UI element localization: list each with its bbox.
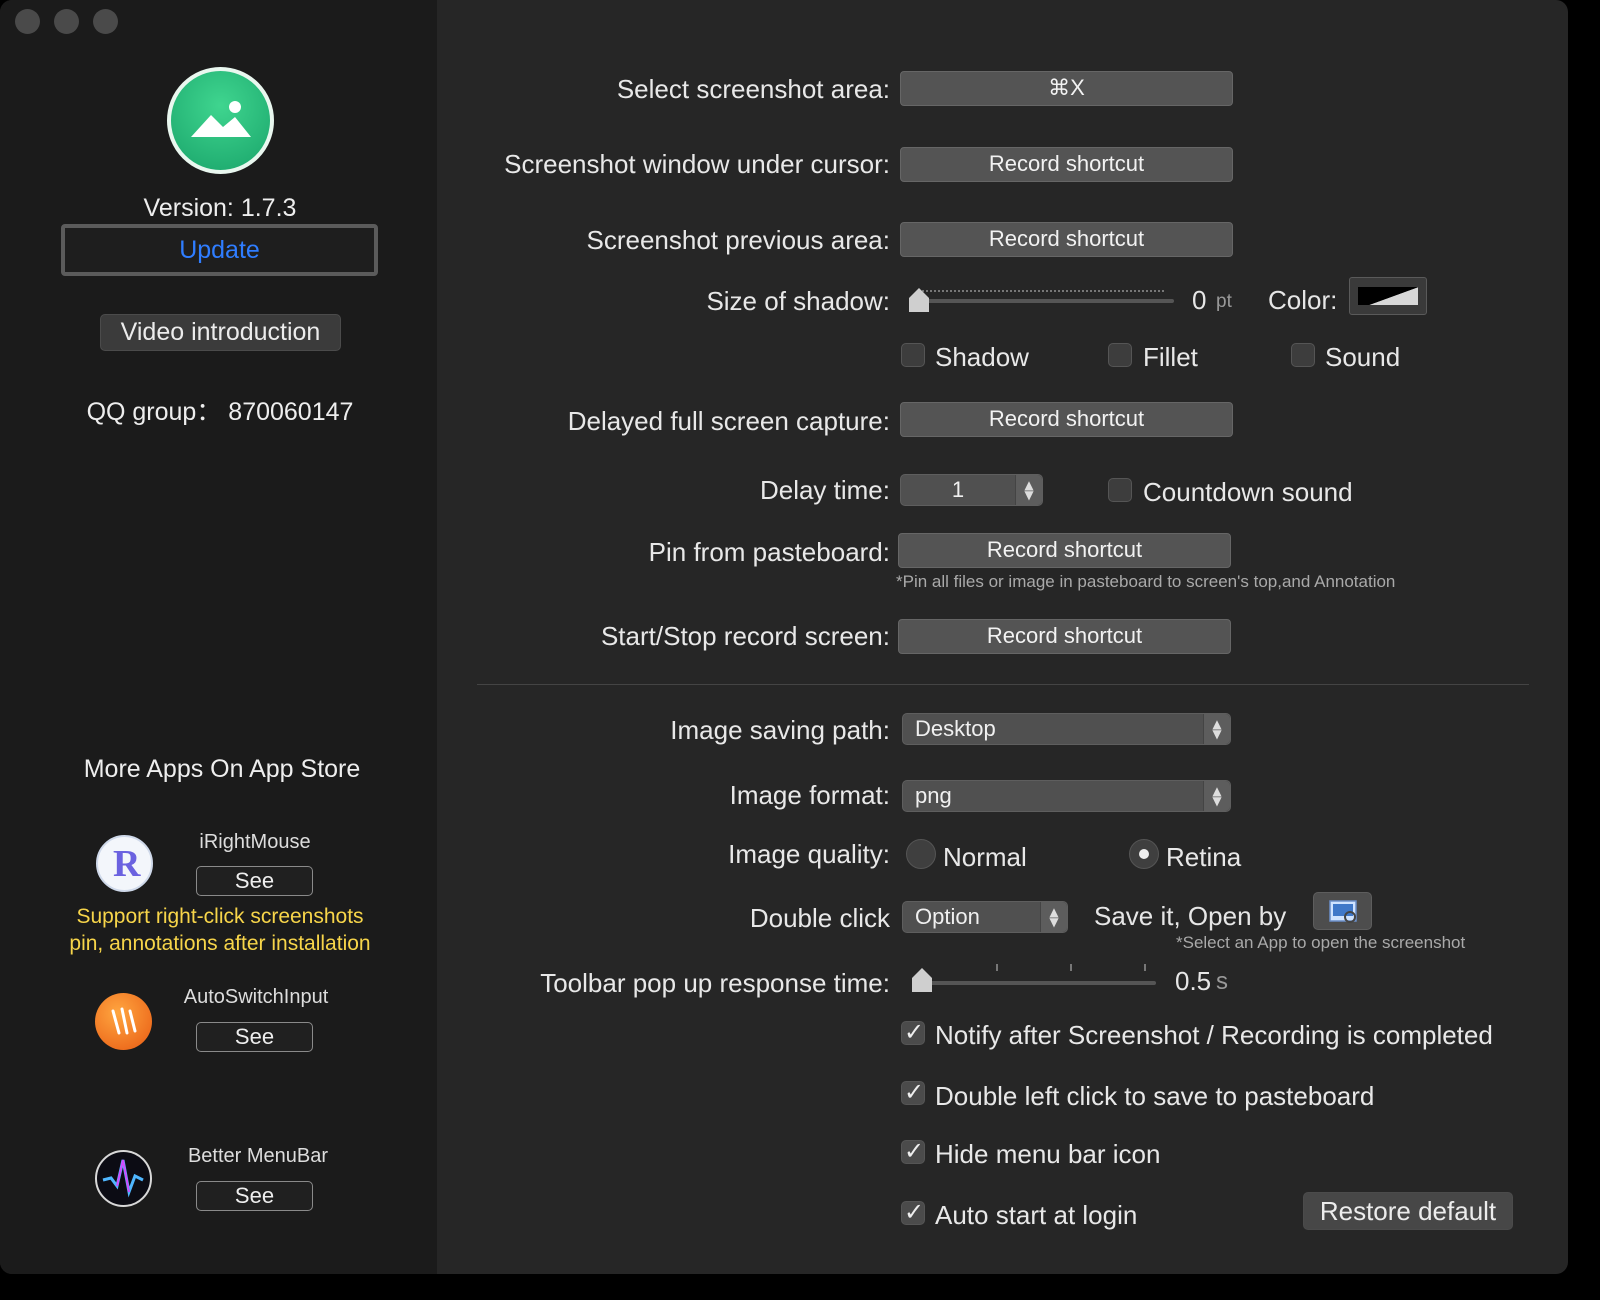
- double-click-value: Option: [915, 904, 980, 929]
- quality-retina-radio[interactable]: [1129, 839, 1159, 869]
- saving-path-label: Image saving path:: [670, 715, 890, 745]
- restore-default-button[interactable]: Restore default: [1303, 1192, 1513, 1230]
- fillet-checkbox[interactable]: [1108, 343, 1132, 367]
- pin-pasteboard-label: Pin from pasteboard:: [648, 537, 890, 567]
- toolbar-response-value: 0.5: [1175, 966, 1212, 996]
- delay-time-value: 1: [951, 477, 965, 502]
- iright-mouse-icon[interactable]: R: [96, 835, 153, 892]
- save-open-label: Save it, Open by: [1094, 901, 1287, 931]
- better-menubar-icon[interactable]: [95, 1150, 152, 1207]
- shadow-size-slider[interactable]: [910, 299, 1174, 303]
- app-name-iright-mouse: iRightMouse: [199, 831, 311, 853]
- open-with-app-button[interactable]: [1313, 892, 1372, 930]
- delayed-capture-shortcut-field[interactable]: Record shortcut: [900, 402, 1233, 437]
- auto-start-label: Auto start at login: [935, 1200, 1138, 1230]
- tick-mark: [1070, 964, 1072, 971]
- update-button[interactable]: Update: [61, 224, 378, 276]
- preview-app-icon: [1329, 900, 1357, 923]
- toolbar-response-unit: s: [1216, 968, 1228, 995]
- promo-line-2: pin, annotations after installation: [69, 932, 371, 955]
- see-better-menubar-button[interactable]: See: [196, 1181, 313, 1211]
- select-area-label: Select screenshot area:: [616, 74, 890, 104]
- auto-start-checkbox[interactable]: [901, 1198, 925, 1226]
- qq-group-text: QQ group： 870060147: [86, 398, 354, 426]
- delayed-capture-label: Delayed full screen capture:: [567, 406, 890, 436]
- window-under-cursor-shortcut-field[interactable]: Record shortcut: [900, 147, 1233, 182]
- shadow-unit: pt: [1216, 291, 1232, 312]
- record-screen-shortcut-field[interactable]: Record shortcut: [898, 619, 1231, 654]
- image-format-select[interactable]: png ▲ ▼: [902, 780, 1231, 812]
- shadow-checkbox[interactable]: [901, 343, 925, 367]
- sound-checkbox-label: Sound: [1325, 342, 1401, 372]
- preferences-window: Version: 1.7.3 Update Video introduction…: [0, 0, 1568, 1274]
- pin-note: *Pin all files or image in pasteboard to…: [896, 572, 1396, 591]
- select-arrows-icon: ▲ ▼: [1203, 714, 1230, 744]
- saving-path-select[interactable]: Desktop ▲ ▼: [902, 713, 1231, 745]
- section-divider: [477, 684, 1529, 685]
- toolbar-response-label: Toolbar pop up response time:: [540, 968, 890, 998]
- shadow-size-knob[interactable]: [907, 286, 931, 319]
- countdown-sound-label: Countdown sound: [1143, 477, 1353, 507]
- double-left-click-checkbox[interactable]: [901, 1078, 925, 1106]
- record-screen-label: Start/Stop record screen:: [600, 621, 890, 651]
- video-introduction-button[interactable]: Video introduction: [100, 314, 341, 351]
- tick-mark: [996, 964, 998, 971]
- double-click-label: Double click: [749, 903, 890, 933]
- toolbar-response-knob[interactable]: [910, 966, 934, 999]
- notify-checkbox[interactable]: [901, 1018, 925, 1046]
- select-area-shortcut-field[interactable]: ⌘X: [900, 71, 1233, 106]
- see-iright-mouse-button[interactable]: See: [196, 866, 313, 896]
- stepper-arrows-icon[interactable]: ▲ ▼: [1015, 475, 1042, 505]
- previous-area-shortcut-field[interactable]: Record shortcut: [900, 222, 1233, 257]
- hide-menu-bar-icon-label: Hide menu bar icon: [935, 1139, 1161, 1169]
- promo-line-1: Support right-click screenshots: [76, 905, 364, 928]
- app-name-autoswitchinput: AutoSwitchInput: [183, 986, 329, 1008]
- image-format-label: Image format:: [729, 780, 890, 810]
- double-click-select[interactable]: Option ▲ ▼: [902, 901, 1068, 933]
- zoom-window-button[interactable]: [93, 9, 118, 34]
- see-autoswitchinput-button[interactable]: See: [196, 1022, 313, 1052]
- shadow-value: 0: [1192, 285, 1207, 315]
- shadow-size-ticks: [918, 284, 1164, 292]
- notify-label: Notify after Screenshot / Recording is c…: [935, 1020, 1493, 1050]
- sound-checkbox[interactable]: [1291, 343, 1315, 367]
- hide-menu-bar-icon-checkbox[interactable]: [901, 1137, 925, 1165]
- shadow-color-well[interactable]: [1349, 277, 1427, 315]
- update-label: Update: [179, 236, 260, 264]
- countdown-sound-checkbox[interactable]: [1108, 478, 1132, 502]
- delay-time-label: Delay time:: [759, 475, 890, 505]
- tick-mark: [1144, 964, 1146, 971]
- image-format-value: png: [915, 783, 952, 808]
- color-label: Color:: [1268, 285, 1338, 315]
- delay-time-stepper[interactable]: 1 ▲ ▼: [900, 474, 1043, 506]
- toolbar-response-slider[interactable]: [914, 981, 1156, 985]
- select-arrows-icon: ▲ ▼: [1203, 781, 1230, 811]
- open-by-note: *Select an App to open the screenshot: [1176, 933, 1466, 952]
- app-name-better-menubar: Better MenuBar: [187, 1145, 329, 1167]
- select-arrows-icon: ▲ ▼: [1040, 902, 1067, 932]
- app-logo-icon: [167, 67, 274, 174]
- shadow-checkbox-label: Shadow: [935, 342, 1029, 372]
- close-window-button[interactable]: [15, 9, 40, 34]
- fillet-checkbox-label: Fillet: [1143, 342, 1198, 372]
- quality-normal-radio[interactable]: [906, 839, 936, 869]
- quality-retina-label: Retina: [1166, 842, 1242, 872]
- sidebar: Version: 1.7.3 Update Video introduction…: [0, 0, 437, 1274]
- version-text: Version: 1.7.3: [143, 194, 297, 222]
- saving-path-value: Desktop: [915, 716, 996, 741]
- pin-pasteboard-shortcut-field[interactable]: Record shortcut: [898, 533, 1231, 568]
- more-apps-title: More Apps On App Store: [83, 755, 361, 783]
- quality-normal-label: Normal: [943, 842, 1027, 872]
- minimize-window-button[interactable]: [54, 9, 79, 34]
- shadow-size-label: Size of shadow:: [706, 286, 890, 316]
- previous-area-label: Screenshot previous area:: [586, 225, 890, 255]
- image-quality-label: Image quality:: [728, 839, 890, 869]
- window-under-cursor-label: Screenshot window under cursor:: [504, 149, 890, 179]
- double-left-click-label: Double left click to save to pasteboard: [935, 1081, 1375, 1111]
- autoswitchinput-icon[interactable]: [95, 993, 152, 1050]
